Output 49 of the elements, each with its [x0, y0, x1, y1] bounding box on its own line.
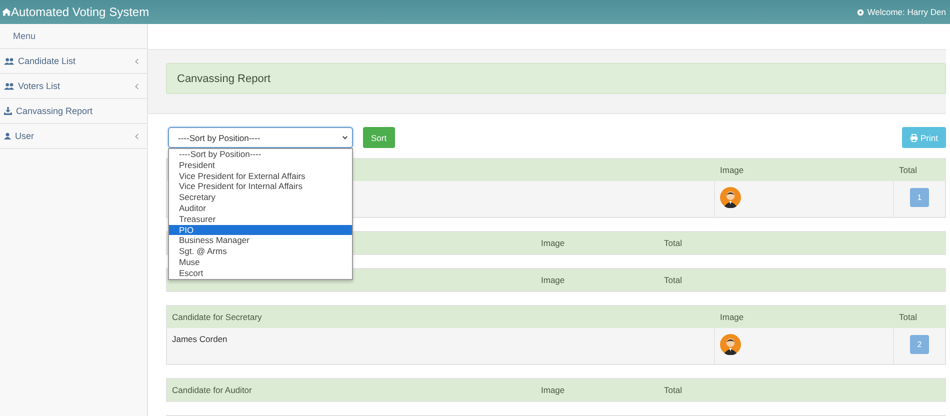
welcome-text: Welcome: Harry Den	[867, 7, 946, 17]
dropdown-option[interactable]: Auditor	[169, 202, 352, 214]
column-header: Total	[899, 312, 917, 322]
sidebar-item[interactable]: Voters List	[0, 74, 147, 99]
gear-icon	[857, 8, 864, 16]
position-select[interactable]: ----Sort by Position----	[168, 127, 353, 148]
table-heading: Candidate for Secretary	[172, 312, 262, 322]
vote-count-badge: 1	[910, 188, 929, 207]
home-icon	[2, 8, 11, 16]
dropdown-option[interactable]: Vice President for External Affairs	[169, 170, 352, 182]
users-icon	[4, 57, 14, 65]
column-header: Total	[899, 165, 917, 175]
sidebar-item[interactable]: User	[0, 124, 147, 149]
dropdown-option[interactable]: Secretary	[169, 192, 352, 203]
menu-heading: Menu	[0, 24, 147, 49]
column-header: Image	[541, 385, 565, 395]
app-title: Automated Voting System	[11, 5, 150, 19]
column-header: Total	[664, 385, 682, 395]
dropdown-option[interactable]: Muse	[169, 256, 352, 268]
printer-icon	[910, 134, 918, 142]
chevron-icon	[134, 82, 139, 90]
dropdown-option[interactable]: Vice President for Internal Affairs	[169, 181, 352, 192]
dropdown-option[interactable]: PIO	[169, 224, 352, 236]
dropdown-option[interactable]: Treasurer	[169, 214, 352, 225]
column-header: Total	[664, 275, 682, 285]
sidebar-item[interactable]: Canvassing Report	[0, 99, 147, 124]
avatar-icon	[720, 334, 741, 355]
table-heading: Candidate for Auditor	[172, 385, 252, 395]
dropdown-option[interactable]: ----Sort by Position----	[169, 149, 352, 160]
column-header: Image	[720, 312, 744, 322]
chevron-icon	[134, 132, 139, 140]
user-icon	[4, 132, 11, 140]
dropdown-option[interactable]: President	[169, 160, 352, 171]
avatar-icon	[720, 187, 741, 208]
column-header: Image	[720, 165, 744, 175]
dropdown-option[interactable]: Escort	[169, 268, 352, 279]
users-icon	[4, 82, 14, 90]
sidebar-item[interactable]: Candidate List	[0, 49, 147, 74]
chevron-down-icon	[342, 135, 348, 140]
candidate-name: James Corden	[172, 334, 228, 344]
dropdown-option[interactable]: Sgt. @ Arms	[169, 246, 352, 257]
column-header: Image	[541, 275, 565, 285]
report-title: Canvassing Report	[177, 72, 271, 84]
vote-count-badge: 2	[910, 335, 929, 354]
column-header: Total	[664, 238, 682, 248]
chevron-icon	[134, 58, 139, 64]
column-header: Image	[541, 238, 565, 248]
dropdown-option[interactable]: Business Manager	[169, 235, 352, 246]
download-icon	[4, 107, 12, 115]
